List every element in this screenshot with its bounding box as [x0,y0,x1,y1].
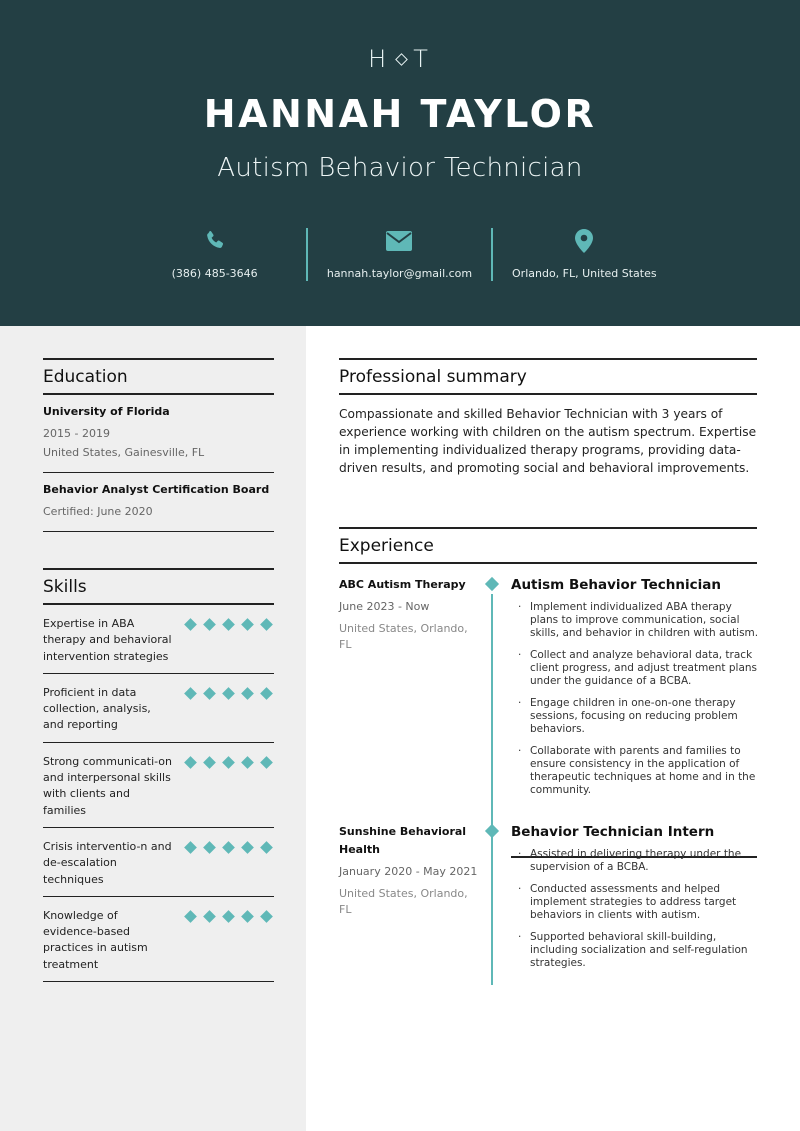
section-title: Experience [339,536,434,556]
rating-diamond-icon [184,618,197,631]
skill-rating [184,839,274,888]
job-bullet: Collect and analyze behavioral data, tra… [518,649,763,688]
rating-diamond-icon [203,841,216,854]
rating-diamond-icon [184,755,197,769]
phone-number[interactable]: (386) 485-3646 [172,267,258,280]
job-entry: ABC Autism Therapy June 2023 - Now Unite… [339,576,758,812]
rating-diamond-icon [222,909,235,923]
job-location: United States, Orlando, FL [339,622,468,651]
role-title: Autism Behavior Technician [511,577,721,593]
job-dates: June 2023 - Now [339,600,430,613]
summary-section: Professional summary Compassionate and s… [339,358,757,477]
rating-diamond-icon [203,909,216,923]
skill-label: Proficient in data collection, analysis,… [43,685,151,732]
location-pin-icon [575,228,594,254]
experience-section: Experience ABC Autism Therapy June 2023 … [339,527,758,985]
skill-row: Proficient in data collection, analysis,… [43,674,274,743]
skill-row: Strong communicati-on and interpersonal … [43,743,274,828]
rating-diamond-icon [184,687,197,700]
monogram-initial-last: T [413,45,432,73]
skill-label: Crisis interventio-n and de-escalation t… [43,839,172,886]
rating-diamond-icon [203,687,216,700]
contact-location: Orlando, FL, United States [493,228,676,284]
summary-text: Compassionate and skilled Behavior Techn… [339,407,757,475]
education-location: United States, Gainesville, FL [43,446,205,459]
rating-diamond-icon [241,909,254,923]
rating-diamond-icon [260,909,273,923]
job-dates: January 2020 - May 2021 [339,865,478,878]
rating-diamond-icon [203,755,216,769]
monogram: H T [0,45,800,73]
school-name: University of Florida [43,405,170,418]
education-dates: 2015 - 2019 [43,427,110,440]
skill-rating [184,754,274,819]
job-entry: Sunshine Behavioral Health January 2020 … [339,823,757,969]
rating-diamond-icon [260,755,273,769]
email-address[interactable]: hannah.taylor@gmail.com [327,267,472,280]
phone-icon [203,228,227,254]
job-bullets: Implement individualized ABA therapy pla… [511,601,763,797]
skill-rating [184,685,274,734]
resume-header: H T HANNAH TAYLOR Autism Behavior Techni… [0,0,800,326]
rating-diamond-icon [260,618,273,631]
skill-rating [184,616,274,665]
education-section: Education University of Florida 2015 - 2… [43,358,274,532]
job-bullets: Assisted in delivering therapy under the… [511,848,763,970]
section-divider [339,562,757,564]
rating-diamond-icon [222,687,235,700]
skill-label: Expertise in ABA therapy and behavioral … [43,617,172,663]
timeline-diamond-icon [484,823,500,839]
skill-rating [184,908,274,973]
job-bullet: Supported behavioral skill-building, inc… [518,931,763,970]
rating-diamond-icon [241,618,254,631]
rating-diamond-icon [260,841,273,854]
experience-timeline: ABC Autism Therapy June 2023 - Now Unite… [339,576,758,985]
candidate-name: HANNAH TAYLOR [203,92,597,136]
rating-diamond-icon [241,841,254,854]
skill-row: Crisis interventio-n and de-escalation t… [43,828,274,897]
skill-row: Expertise in ABA therapy and behavioral … [43,605,274,674]
skills-section: Skills Expertise in ABA therapy and beha… [43,568,274,983]
rating-diamond-icon [241,687,254,700]
rating-diamond-icon [203,618,216,631]
diamond-icon [395,52,409,66]
rating-diamond-icon [260,687,273,700]
section-title: Education [43,367,128,387]
monogram-initial-first: H [368,45,391,73]
job-title: Autism Behavior Technician [217,153,583,183]
skill-row: Knowledge of evidence-based practices in… [43,897,274,983]
job-bullet: Engage children in one-on-one therapy se… [518,697,763,736]
email-icon [386,228,413,254]
rating-diamond-icon [222,618,235,631]
rating-diamond-icon [184,909,197,923]
education-dates: Certified: June 2020 [43,505,153,518]
section-title: Skills [43,577,87,597]
job-bullet: Conducted assessments and helped impleme… [518,883,763,922]
rating-diamond-icon [184,841,197,854]
job-bullet: Assisted in delivering therapy under the… [518,848,763,874]
location-text: Orlando, FL, United States [512,267,657,280]
section-title: Professional summary [339,367,527,387]
contact-bar: (386) 485-3646 hannah.taylor@gmail.com O… [123,228,676,284]
job-bullet: Collaborate with parents and families to… [518,745,763,797]
rating-diamond-icon [222,755,235,769]
rating-diamond-icon [241,755,254,769]
school-name: Behavior Analyst Certification Board [43,483,270,496]
skill-label: Strong communicati-on and interpersonal … [43,754,172,817]
education-item: University of Florida 2015 - 2019 United… [43,395,274,473]
role-title: Behavior Technician Intern [511,824,715,840]
job-location: United States, Orlando, FL [339,887,468,916]
company-name: Sunshine Behavioral Health [339,825,467,856]
skill-label: Knowledge of evidence-based practices in… [43,908,148,971]
education-item: Behavior Analyst Certification Board Cer… [43,473,274,532]
contact-phone: (386) 485-3646 [123,228,306,284]
company-name: ABC Autism Therapy [339,578,466,591]
contact-email: hannah.taylor@gmail.com [308,228,491,284]
rating-diamond-icon [222,841,235,854]
job-bullet: Implement individualized ABA therapy pla… [518,601,763,640]
timeline-diamond-icon [484,576,500,592]
